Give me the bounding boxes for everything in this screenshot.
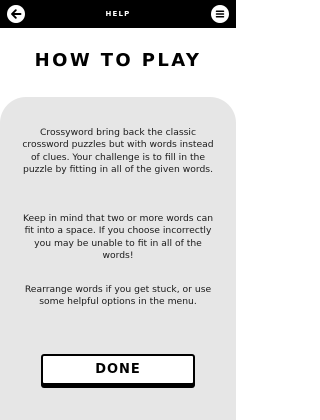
- header-title: HELP: [105, 10, 131, 18]
- instruction-paragraph-1: Crossyword bring back the classic crossw…: [22, 127, 214, 175]
- instruction-paragraph-2: Keep in mind that two or more words can …: [22, 213, 214, 261]
- instruction-paragraph-3: Rearrange words if you get stuck, or use…: [24, 284, 212, 308]
- hamburger-menu-icon: [215, 10, 225, 18]
- page-title: HOW TO PLAY: [34, 50, 202, 71]
- done-button[interactable]: DONE: [41, 354, 195, 385]
- top-bar: HELP: [0, 0, 236, 28]
- menu-button[interactable]: [211, 5, 229, 23]
